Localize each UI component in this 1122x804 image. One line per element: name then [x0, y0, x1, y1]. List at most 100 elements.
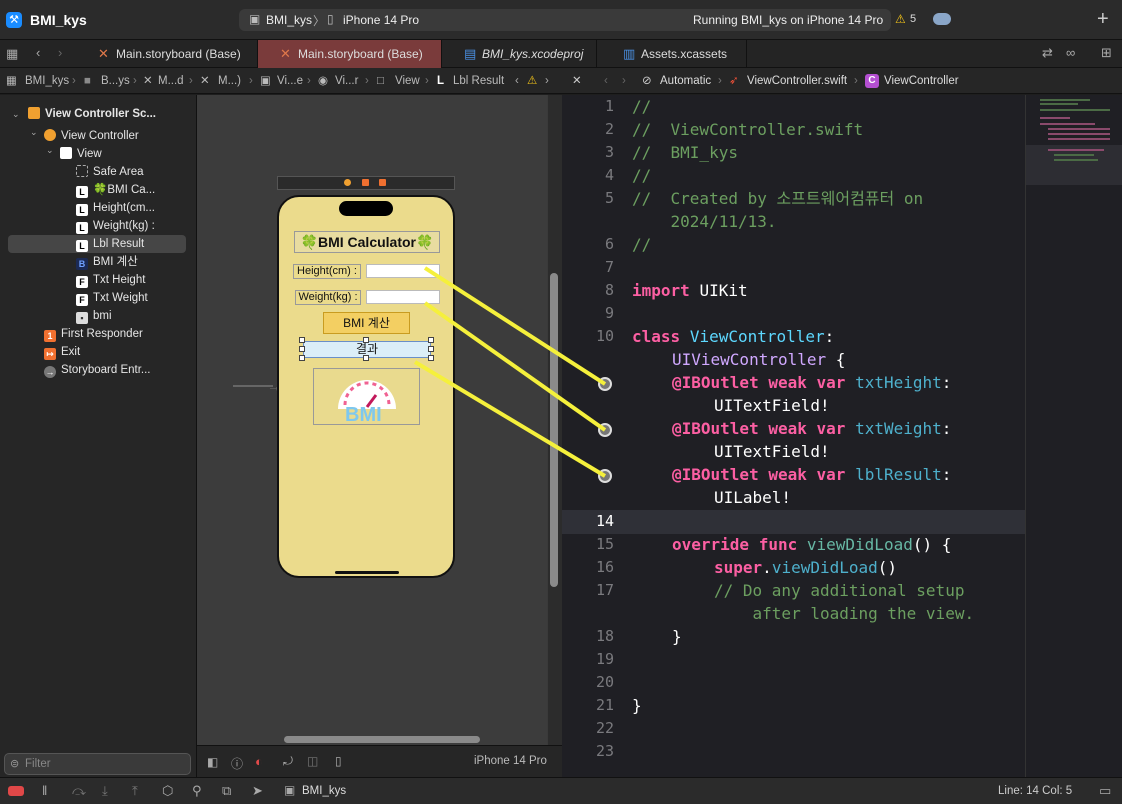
breakpoints-icon[interactable]	[8, 786, 24, 796]
tree-item-bmi-button[interactable]: B BMI 계산	[76, 253, 138, 271]
outlet-connection-lblresult[interactable]	[598, 469, 612, 483]
outlet-connection-txtheight[interactable]	[598, 377, 612, 391]
forward-icon[interactable]: ›	[58, 45, 62, 60]
tab-assets[interactable]: ▥ Assets.xcassets	[597, 40, 747, 68]
bmi-image-view[interactable]: BMI	[313, 368, 420, 425]
split-icon[interactable]: ⊞	[1101, 45, 1112, 61]
tree-item-height-label[interactable]: L Height(cm...	[76, 199, 155, 217]
orientation-icon[interactable]: ⤾	[283, 754, 293, 769]
activity-bar[interactable]: ▣ BMI_kys 〉 ▯ iPhone 14 Pro Running BMI_…	[239, 9, 916, 31]
chevron-left-icon[interactable]: ‹	[515, 68, 519, 94]
resize-handle[interactable]	[299, 337, 305, 343]
back-icon[interactable]: ‹	[36, 45, 40, 60]
toggle-icon[interactable]	[933, 13, 951, 25]
jump-item-lbl-result[interactable]: Lbl Result	[453, 68, 504, 94]
jump-item-scene[interactable]: Vi...e	[277, 68, 303, 94]
warning-icon[interactable]: ⚠	[527, 68, 537, 94]
tree-item-lbl-result[interactable]: L Lbl Result	[76, 235, 144, 253]
step-over-icon[interactable]: ⤼	[72, 783, 86, 799]
close-icon[interactable]: ✕	[572, 68, 582, 94]
process-name[interactable]: BMI_kys	[302, 785, 346, 797]
resize-handle[interactable]	[428, 346, 434, 352]
scene-dock[interactable]	[277, 176, 455, 190]
weight-textfield[interactable]	[366, 290, 440, 304]
back-icon[interactable]: ‹	[604, 68, 608, 94]
controller-icon[interactable]	[344, 179, 351, 186]
appearance-icon[interactable]: ◐	[255, 754, 263, 769]
step-into-icon[interactable]: ⤓	[102, 783, 108, 799]
jump-item-automatic[interactable]: Automatic	[660, 68, 711, 94]
jump-item-controller[interactable]: Vi...r	[335, 68, 358, 94]
tree-item-txt-weight[interactable]: F Txt Weight	[76, 289, 148, 307]
pause-icon[interactable]: ‖	[42, 783, 47, 798]
step-out-icon[interactable]: ⤒	[132, 783, 138, 799]
bmi-calculator-title[interactable]: 🍀BMI Calculator🍀	[294, 231, 440, 253]
outlet-connection-txtweight[interactable]	[598, 423, 612, 437]
jump-item-project[interactable]: BMI_kys	[25, 68, 69, 94]
tree-item-bmi-image[interactable]: ▪ bmi	[76, 307, 112, 325]
tree-item-exit[interactable]: ↦ Exit	[44, 343, 80, 361]
tree-item-view-controller[interactable]: View Controller	[44, 127, 139, 145]
chevron-right-icon[interactable]: ›	[545, 68, 549, 94]
tree-item-scene[interactable]: View Controller Sc...	[28, 105, 156, 123]
minimap[interactable]	[1025, 95, 1122, 777]
sidebar-icon[interactable]: ◧	[207, 755, 218, 769]
tab-main-storyboard-active[interactable]: ✕ Main.storyboard (Base)	[258, 40, 442, 68]
forward-icon[interactable]: ›	[622, 68, 626, 94]
jump-item-base[interactable]: M...)	[218, 68, 241, 94]
device-selector[interactable]: iPhone 14 Pro	[343, 13, 419, 27]
vertical-scrollbar[interactable]	[550, 273, 558, 587]
first-responder-icon[interactable]	[362, 179, 369, 186]
tree-item-bmi-calculator-label[interactable]: L 🍀BMI Ca...	[76, 181, 155, 199]
split-view-icon[interactable]: ◫	[307, 754, 318, 768]
location-icon[interactable]: ➤	[252, 783, 263, 799]
tree-item-first-responder[interactable]: 1 First Responder	[44, 325, 143, 343]
link-icon[interactable]: ∞	[1066, 45, 1075, 60]
info-icon[interactable]: ⓘ	[231, 755, 243, 772]
device-icon[interactable]: ▯	[335, 754, 342, 768]
tree-item-weight-label[interactable]: L Weight(kg) :	[76, 217, 155, 235]
height-label[interactable]: Height(cm) :	[293, 264, 361, 279]
jump-item-file[interactable]: ViewController.swift	[747, 68, 847, 94]
resize-handle[interactable]	[363, 355, 369, 361]
exit-icon[interactable]	[379, 179, 386, 186]
bmi-calculate-button[interactable]: BMI 계산	[323, 312, 410, 334]
height-textfield[interactable]	[366, 264, 440, 278]
weight-label[interactable]: Weight(kg) :	[295, 290, 361, 305]
panel-toggle-icon[interactable]: ▭	[1099, 783, 1111, 799]
jump-item-group[interactable]: B...ys	[101, 68, 130, 94]
jump-item-class[interactable]: ViewController	[884, 68, 959, 94]
view-hierarchy-icon[interactable]: ⬡	[162, 783, 173, 799]
code-editor[interactable]: 1// 2// ViewController.swift 3// BMI_kys…	[562, 95, 1025, 777]
resize-handle[interactable]	[363, 337, 369, 343]
grid-icon[interactable]: ▦	[6, 68, 17, 94]
storyboard-canvas[interactable]: → 🍀BMI Calculator🍀 Height(cm) : Weight(k…	[197, 95, 562, 777]
warning-icon[interactable]: ⚠	[895, 12, 906, 26]
canvas-device-label[interactable]: iPhone 14 Pro	[474, 755, 547, 767]
minimap-viewport[interactable]	[1026, 145, 1122, 185]
resize-handle[interactable]	[299, 346, 305, 352]
chevron-down-icon[interactable]: ⌄	[12, 109, 20, 120]
add-icon[interactable]: +	[1097, 8, 1109, 31]
horizontal-scrollbar[interactable]	[284, 736, 480, 743]
resize-handle[interactable]	[299, 355, 305, 361]
tab-xcodeproj[interactable]: ▤ BMI_kys.xcodeproj	[442, 40, 597, 68]
swap-icon[interactable]: ⇄	[1042, 45, 1053, 61]
tree-item-safe-area[interactable]: Safe Area	[76, 163, 144, 181]
resize-handle[interactable]	[428, 355, 434, 361]
scheme-selector[interactable]: BMI_kys	[266, 13, 312, 27]
resize-handle[interactable]	[428, 337, 434, 343]
grid-icon[interactable]: ▦	[6, 46, 18, 62]
chevron-down-icon[interactable]: ⌄	[30, 127, 38, 138]
tree-item-txt-height[interactable]: F Txt Height	[76, 271, 145, 289]
filter-field[interactable]: ⊜ Filter	[4, 753, 191, 775]
jump-item-view[interactable]: View	[395, 68, 420, 94]
chevron-down-icon[interactable]: ⌄	[46, 145, 54, 156]
memory-graph-icon[interactable]: ⚲	[192, 783, 202, 799]
jump-item-storyboard[interactable]: M...d	[158, 68, 184, 94]
environment-icon[interactable]: ⧉	[222, 783, 231, 799]
tree-item-storyboard-entry[interactable]: → Storyboard Entr...	[44, 361, 151, 379]
iphone-frame[interactable]: 🍀BMI Calculator🍀 Height(cm) : Weight(kg)…	[277, 195, 455, 578]
tab-main-storyboard-1[interactable]: ✕ Main.storyboard (Base)	[88, 40, 258, 68]
tree-item-view[interactable]: View	[60, 145, 102, 163]
